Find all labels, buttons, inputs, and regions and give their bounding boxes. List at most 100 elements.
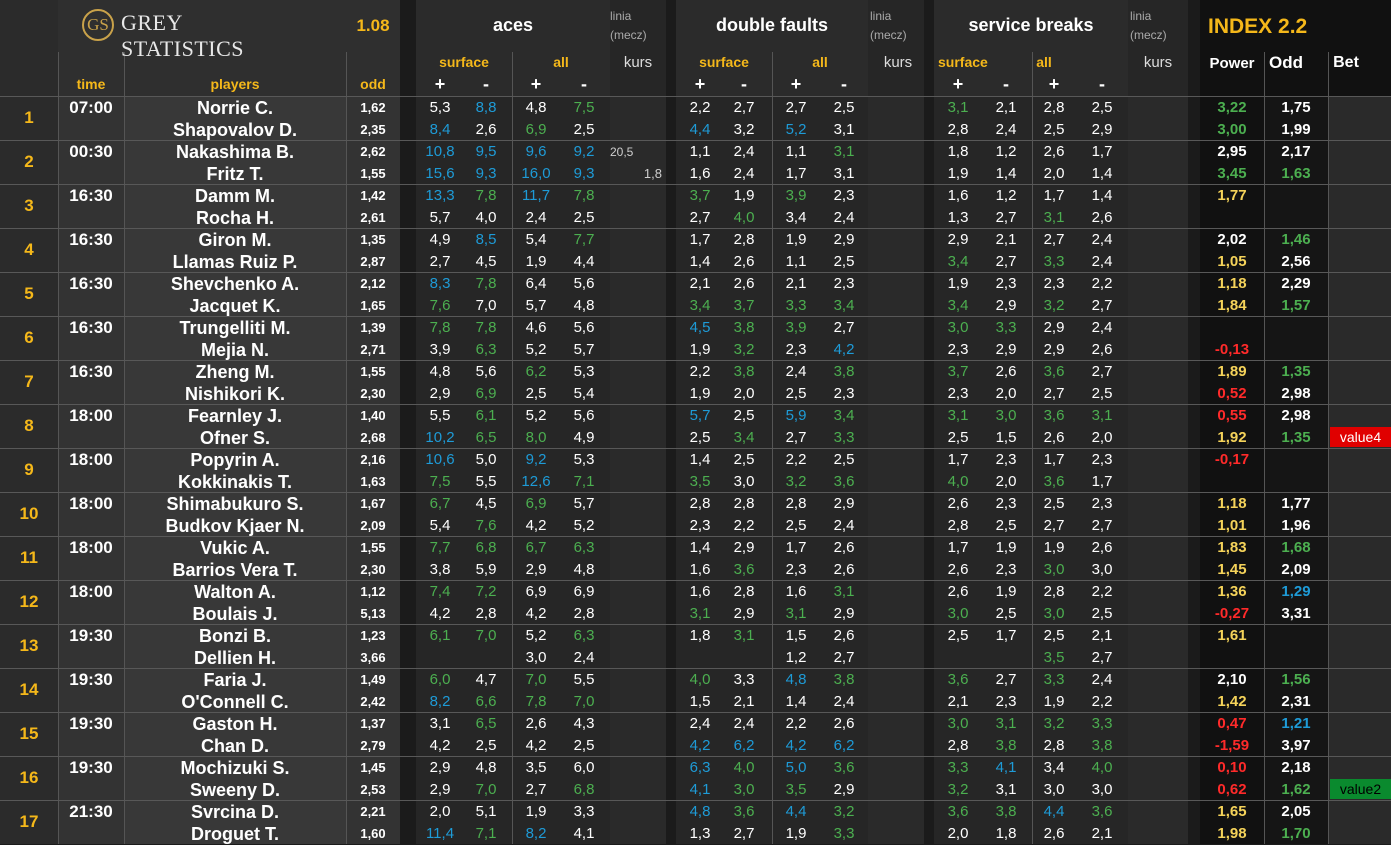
aces-value: 3,5 — [525, 759, 547, 776]
service-break-value: 1,9 — [1043, 539, 1065, 556]
aces-value: 5,2 — [525, 627, 547, 644]
double-fault-value: 2,3 — [833, 385, 855, 402]
power-value: 0,47 — [1217, 715, 1247, 732]
service-break-value: 2,2 — [1091, 583, 1113, 600]
service-break-value: 3,8 — [1091, 737, 1113, 754]
player-name: Boulais J. — [192, 604, 278, 624]
aces-value: 2,5 — [475, 737, 497, 754]
double-fault-value: 1,4 — [689, 253, 711, 270]
aces-value: 5,7 — [573, 495, 595, 512]
power-value: 1,89 — [1217, 363, 1247, 380]
service-break-value: 3,0 — [947, 605, 969, 622]
aces-value: 2,7 — [429, 253, 451, 270]
double-fault-value: 2,7 — [689, 209, 711, 226]
service-break-value: 2,5 — [1043, 627, 1065, 644]
odd-value: 1,63 — [1281, 165, 1311, 182]
aces-value: 6,9 — [475, 385, 497, 402]
aces-value: 5,4 — [429, 517, 451, 534]
aces-value: 4,2 — [525, 737, 547, 754]
match-time: 16:30 — [69, 318, 113, 337]
service-break-value: 1,2 — [995, 143, 1017, 160]
player-name: Droguet T. — [191, 824, 279, 844]
player-name: Llamas Ruiz P. — [172, 252, 298, 272]
aces-value: 4,8 — [573, 561, 595, 578]
double-fault-value: 2,8 — [689, 495, 711, 512]
double-fault-value: 2,8 — [785, 495, 807, 512]
odd-value: 2,09 — [1281, 561, 1311, 578]
service-break-value: 1,8 — [995, 825, 1017, 842]
header-band-left — [0, 0, 58, 96]
service-break-value: 3,6 — [1043, 407, 1065, 424]
aces-value: 6,7 — [525, 539, 547, 556]
odd-value — [1264, 185, 1328, 207]
player-name: Popyrin A. — [190, 450, 280, 470]
double-fault-value: 4,5 — [689, 319, 711, 336]
double-fault-value: 2,4 — [733, 143, 755, 160]
double-fault-value: 2,2 — [785, 715, 807, 732]
double-fault-value: 3,8 — [733, 319, 755, 336]
player-name: Mejia N. — [200, 340, 270, 360]
aces-value: 2,6 — [475, 121, 497, 138]
service-break-value: 3,6 — [1043, 363, 1065, 380]
double-fault-value: 3,0 — [733, 473, 755, 490]
service-break-value: 2,3 — [947, 385, 969, 402]
player-odd: 1,63 — [360, 474, 386, 489]
odd-value — [1264, 471, 1328, 493]
service-break-value: 2,8 — [947, 737, 969, 754]
aces-value: 9,6 — [525, 143, 547, 160]
power-value: -0,17 — [1214, 451, 1250, 468]
aces-value: 2,8 — [573, 605, 595, 622]
double-fault-value: 1,5 — [689, 693, 711, 710]
service-break-value: 3,0 — [995, 407, 1017, 424]
aces-value: 4,5 — [475, 495, 497, 512]
double-fault-value: 2,3 — [833, 187, 855, 204]
service-break-value: 2,0 — [1043, 165, 1065, 182]
service-break-value: 1,9 — [995, 539, 1017, 556]
aces-value: 3,0 — [525, 649, 547, 666]
service-break-value: 2,3 — [995, 561, 1017, 578]
power-value: 1,84 — [1217, 297, 1247, 314]
service-break-value: 2,5 — [995, 605, 1017, 622]
player-odd: 2,79 — [360, 738, 386, 753]
service-break-value: 2,3 — [995, 275, 1017, 292]
double-fault-value: 2,3 — [833, 275, 855, 292]
odd-value: 1,56 — [1281, 671, 1311, 688]
aces-value: 7,8 — [429, 319, 451, 336]
sb-all-header: all — [1036, 54, 1052, 70]
service-break-value: 3,1 — [995, 781, 1017, 798]
double-fault-value: 3,1 — [833, 583, 855, 600]
service-break-value: 1,9 — [947, 275, 969, 292]
aces-value: 5,6 — [573, 275, 595, 292]
aces-value: 2,9 — [429, 759, 451, 776]
power-value: 1,18 — [1217, 495, 1247, 512]
double-fault-value: 3,1 — [833, 143, 855, 160]
aces-value: 4,2 — [525, 605, 547, 622]
service-break-value: 2,1 — [995, 231, 1017, 248]
player-name: Sweeny D. — [189, 780, 281, 800]
aces-value: 15,6 — [425, 165, 455, 182]
aces-value: 6,1 — [475, 407, 497, 424]
player-name: Shapovalov D. — [172, 120, 298, 140]
aces-value: 9,2 — [573, 143, 595, 160]
service-break-value: 3,7 — [947, 363, 969, 380]
match-number: 6 — [24, 328, 34, 347]
aces-value: 5,5 — [475, 473, 497, 490]
service-break-value: 2,4 — [1091, 671, 1113, 688]
match-time: 07:00 — [69, 98, 113, 117]
double-fault-value: 2,8 — [733, 583, 755, 600]
aces-value: 4,5 — [475, 253, 497, 270]
aces-value: 6,4 — [525, 275, 547, 292]
odd-value: 1,35 — [1281, 363, 1311, 380]
double-fault-value: 1,9 — [785, 231, 807, 248]
service-break-value: 2,5 — [1043, 495, 1065, 512]
odd-value: 1,75 — [1281, 99, 1311, 116]
aces-value: 1,9 — [525, 803, 547, 820]
odd-value: 2,17 — [1281, 143, 1311, 160]
minus-sign: - — [1099, 74, 1105, 94]
sb-surface-header: surface — [938, 54, 988, 70]
double-fault-value: 6,2 — [733, 737, 755, 754]
match-time: 18:00 — [69, 494, 113, 513]
service-break-value: 2,7 — [995, 671, 1017, 688]
minus-sign: - — [1003, 74, 1009, 94]
service-break-value: 1,9 — [995, 583, 1017, 600]
